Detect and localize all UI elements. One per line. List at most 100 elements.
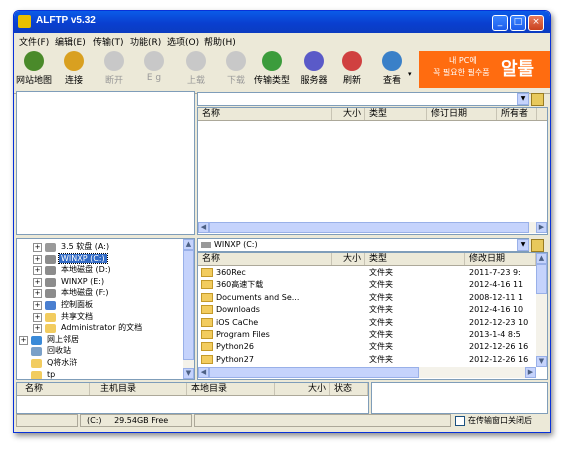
remote-hscrollbar[interactable]: ◀ ▶: [198, 222, 547, 233]
toolbar-button-7[interactable]: 服务器: [296, 48, 332, 92]
remote-path-box[interactable]: [197, 92, 529, 106]
menu-transfer[interactable]: 传输(T): [93, 35, 124, 48]
queue-col-local-dir[interactable]: 本地目录: [187, 383, 275, 395]
table-row[interactable]: 360Rec 文件夹 2011-7-23 9:: [198, 267, 536, 279]
toolbar-button-4[interactable]: 上载: [178, 48, 214, 92]
local-hscroll-thumb[interactable]: [209, 367, 419, 378]
local-file-list[interactable]: 名称 大小 类型 修改日期 360Rec 文件夹 2011-7-23 9: 360高速…: [197, 252, 548, 380]
toolbar-button-9[interactable]: 查看: [374, 48, 410, 92]
tree-item[interactable]: WINXP (C:): [45, 252, 108, 265]
file-date: 2012-12-23 10: [469, 317, 536, 329]
table-row[interactable]: Documents and Se... 文件夹 2008-12-11 1: [198, 292, 536, 304]
remote-col-owner[interactable]: 所有者: [497, 108, 537, 120]
close-after-transfer-checkbox[interactable]: 在传输窗口关闭后: [455, 415, 532, 426]
expand-icon[interactable]: +: [33, 254, 42, 264]
menu-file[interactable]: 文件(F): [19, 35, 49, 48]
queue-col-host-dir[interactable]: 主机目录: [90, 383, 187, 395]
status-bar: (C:) 29.54GB Free 在传输窗口关闭后: [14, 413, 550, 427]
tree-vscroll-thumb[interactable]: [183, 250, 194, 360]
tree-item[interactable]: 本地磁盘 (F:): [45, 287, 110, 299]
local-hscrollbar[interactable]: ◀ ▶: [198, 367, 536, 378]
queue-col-name[interactable]: 名称: [17, 383, 90, 395]
local-col-size[interactable]: 大小: [332, 253, 365, 265]
tree-item[interactable]: WINXP (E:): [45, 276, 106, 288]
menu-edit[interactable]: 编辑(E): [55, 35, 86, 48]
toolbar-button-8[interactable]: 刷新: [334, 48, 370, 92]
tree-item[interactable]: tp: [31, 369, 57, 379]
remote-col-type[interactable]: 类型: [365, 108, 427, 120]
tree-item[interactable]: 回收站: [31, 345, 73, 357]
file-date-text: 2012-4-16 11: [469, 280, 524, 290]
log-pane[interactable]: [371, 382, 548, 414]
local-col-date[interactable]: 修改日期: [465, 253, 536, 265]
remote-col-name[interactable]: 名称: [198, 108, 332, 120]
drive-icon: [45, 266, 56, 276]
local-path-box[interactable]: WINXP (C:): [197, 238, 529, 252]
table-row[interactable]: Program Files 文件夹 2013-1-4 8:5: [198, 329, 536, 341]
expand-icon[interactable]: +: [33, 312, 42, 322]
toolbar-button-0[interactable]: 网站地图: [16, 48, 52, 92]
tree-item[interactable]: 共享文档: [45, 311, 95, 323]
toolbar-button-3[interactable]: E g: [136, 48, 172, 92]
table-row[interactable]: Python26 文件夹 2012-12-26 16: [198, 341, 536, 353]
tree-item[interactable]: 控制面板: [45, 299, 95, 311]
file-date: 2013-1-4 8:5: [469, 329, 536, 341]
expand-icon[interactable]: +: [33, 243, 42, 252]
scroll-right-icon[interactable]: ▶: [536, 222, 547, 233]
expand-icon[interactable]: +: [33, 324, 42, 334]
local-col-type[interactable]: 类型: [365, 253, 465, 265]
local-vscrollbar[interactable]: ▲ ▼: [536, 253, 547, 367]
toolbar-button-1[interactable]: 连接: [56, 48, 92, 92]
tree-item[interactable]: Administrator 的文档: [45, 322, 144, 334]
local-vscroll-thumb[interactable]: [536, 264, 547, 294]
expand-icon[interactable]: +: [33, 266, 42, 276]
maximize-button[interactable]: □: [510, 15, 526, 31]
queue-col-size[interactable]: 大小: [275, 383, 330, 395]
remote-col-date[interactable]: 修订日期: [427, 108, 497, 120]
expand-icon[interactable]: +: [19, 335, 28, 345]
scroll-up-icon[interactable]: ▲: [183, 239, 194, 250]
table-row[interactable]: iOS CaChe 文件夹 2012-12-23 10: [198, 317, 536, 329]
local-col-name[interactable]: 名称: [198, 253, 332, 265]
transfer-queue[interactable]: 名称 主机目录 本地目录 大小 状态: [16, 382, 369, 414]
expand-icon[interactable]: +: [33, 289, 42, 299]
queue-col-status[interactable]: 状态: [330, 383, 368, 395]
expand-icon[interactable]: +: [33, 277, 42, 287]
tree-vscrollbar[interactable]: ▲ ▼: [183, 239, 194, 379]
remote-path-dropdown-icon[interactable]: ▼: [517, 93, 529, 105]
local-path-dropdown-icon[interactable]: ▼: [517, 239, 529, 251]
tree-item[interactable]: Q将水浒: [31, 357, 79, 369]
scroll-left-icon[interactable]: ◀: [198, 222, 209, 233]
remote-hscroll-thumb[interactable]: [209, 222, 529, 233]
remote-col-size[interactable]: 大小: [332, 108, 365, 120]
remote-file-list[interactable]: 名称 大小 类型 修订日期 所有者 ◀ ▶: [197, 107, 548, 235]
folder-tree[interactable]: +3.5 软盘 (A:) + WINXP (C:) + 本地磁盘 (D:) + WINXP …: [16, 238, 195, 380]
scroll-right-icon[interactable]: ▶: [525, 367, 536, 378]
remote-up-folder-icon[interactable]: [531, 93, 544, 106]
menu-options[interactable]: 选项(O): [167, 35, 199, 48]
title-bar[interactable]: ALFTP v5.32 _ □ ×: [14, 11, 550, 33]
site-map-pane[interactable]: [16, 91, 195, 235]
scroll-left-icon[interactable]: ◀: [198, 367, 209, 378]
file-name: iOS CaChe: [201, 317, 332, 329]
table-row[interactable]: Python27 文件夹 2012-12-26 16: [198, 354, 536, 366]
close-button[interactable]: ×: [528, 15, 544, 31]
local-up-folder-icon[interactable]: [531, 239, 544, 252]
toolbar-button-5[interactable]: 下载: [218, 48, 254, 92]
table-row[interactable]: 360高速下载 文件夹 2012-4-16 11: [198, 279, 536, 291]
toolbar-button-6[interactable]: 传输类型: [254, 48, 290, 92]
menu-help[interactable]: 帮助(H): [204, 35, 236, 48]
ad-banner[interactable]: 내 PC에 꼭 필요한 필수품 알툴: [419, 51, 550, 88]
tree-item[interactable]: 3.5 软盘 (A:): [45, 241, 111, 253]
minimize-button[interactable]: _: [492, 15, 508, 31]
scroll-up-icon[interactable]: ▲: [536, 253, 547, 264]
tree-item[interactable]: 本地磁盘 (D:): [45, 264, 113, 276]
checkbox-icon[interactable]: [455, 415, 465, 426]
table-row[interactable]: Downloads 文件夹 2012-4-16 10: [198, 304, 536, 316]
menu-function[interactable]: 功能(R): [130, 35, 161, 48]
scroll-down-icon[interactable]: ▼: [536, 356, 547, 367]
toolbar-button-2[interactable]: 断开: [96, 48, 132, 92]
expand-icon[interactable]: +: [33, 301, 42, 310]
scroll-down-icon[interactable]: ▼: [183, 368, 194, 379]
tree-item[interactable]: 网上邻居: [31, 334, 81, 346]
